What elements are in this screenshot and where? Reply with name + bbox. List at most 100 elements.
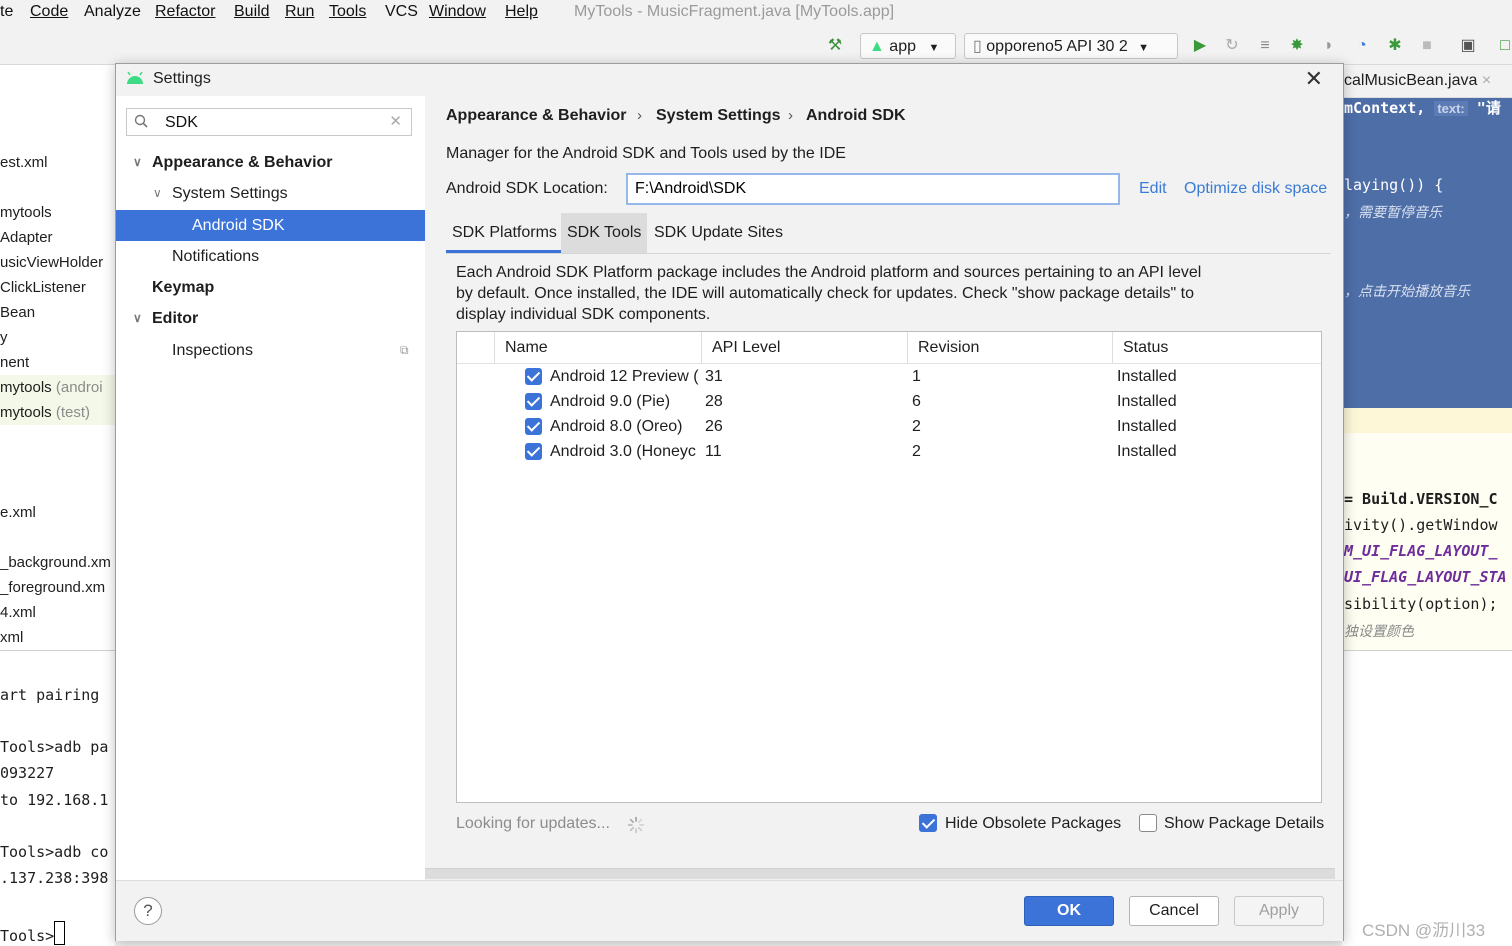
- tab-sdk-platforms[interactable]: SDK Platforms: [446, 213, 563, 253]
- search-input[interactable]: [163, 111, 367, 135]
- attach-debugger-icon[interactable]: ✱: [1386, 37, 1404, 55]
- cell-name: Android 9.0 (Pie): [550, 393, 671, 410]
- project-file[interactable]: Adapter: [0, 229, 53, 246]
- optimize-disk-space-link[interactable]: Optimize disk space: [1184, 180, 1327, 198]
- project-file[interactable]: ClickListener: [0, 279, 86, 296]
- menu-item-code[interactable]: Code: [30, 3, 68, 21]
- coverage-icon[interactable]: ◗: [1320, 37, 1338, 55]
- project-file[interactable]: _foreground.xm: [0, 579, 105, 596]
- avd-manager-icon[interactable]: □: [1496, 37, 1512, 55]
- apply-changes-icon[interactable]: ≡: [1256, 37, 1274, 55]
- project-file[interactable]: mytools: [0, 204, 52, 221]
- show-package-details-label[interactable]: Show Package Details: [1164, 815, 1324, 833]
- hide-obsolete-label[interactable]: Hide Obsolete Packages: [945, 815, 1121, 833]
- table-row[interactable]: Android 12 Preview ( 31 1 Installed: [457, 364, 1321, 389]
- terminal-line: Tools>: [0, 921, 66, 945]
- hide-obsolete-checkbox[interactable]: [919, 814, 937, 832]
- menu-item-help[interactable]: Help: [505, 3, 538, 21]
- row-checkbox[interactable]: [525, 393, 542, 410]
- column-header-revision[interactable]: Revision: [907, 332, 1112, 363]
- project-file[interactable]: est.xml: [0, 154, 48, 171]
- column-header-api-level[interactable]: API Level: [701, 332, 907, 363]
- debug-icon[interactable]: ✸: [1288, 37, 1306, 55]
- cell-status: Installed: [1117, 393, 1177, 410]
- project-file[interactable]: 4.xml: [0, 604, 36, 621]
- project-file[interactable]: _background.xm: [0, 554, 111, 571]
- run-icon[interactable]: ▶: [1191, 37, 1209, 55]
- build-hammer-icon[interactable]: ⚒: [826, 37, 844, 55]
- cell-api-level: 28: [705, 393, 723, 410]
- tree-item-system-settings[interactable]: ∨ System Settings: [116, 178, 425, 209]
- project-file[interactable]: y: [0, 329, 8, 346]
- row-checkbox[interactable]: [525, 368, 542, 385]
- menu-item-build[interactable]: Build: [234, 3, 270, 21]
- code-editor[interactable]: calMusicBean.java × mContext, text: "请 l…: [1342, 65, 1512, 650]
- tree-item-inspections[interactable]: Inspections ⧉: [116, 335, 425, 366]
- rerun-icon[interactable]: ↻: [1223, 37, 1241, 55]
- close-icon[interactable]: ×: [1482, 72, 1491, 89]
- table-row[interactable]: Android 9.0 (Pie) 28 6 Installed: [457, 389, 1321, 414]
- menu-item-analyze[interactable]: Analyze: [84, 3, 141, 21]
- code-line: ivity().getWindow: [1344, 516, 1498, 534]
- edit-link[interactable]: Edit: [1139, 180, 1167, 198]
- editor-tab[interactable]: calMusicBean.java ×: [1344, 72, 1491, 90]
- chevron-down-icon[interactable]: ∨: [133, 303, 145, 334]
- tab-sdk-tools[interactable]: SDK Tools: [561, 213, 648, 253]
- project-file[interactable]: mytools (test): [0, 404, 90, 421]
- table-row[interactable]: Android 3.0 (Honeyc 11 2 Installed: [457, 439, 1321, 464]
- project-file[interactable]: mytools (androi: [0, 379, 103, 396]
- tree-item-notifications[interactable]: Notifications: [116, 241, 425, 272]
- row-checkbox[interactable]: [525, 443, 542, 460]
- help-button[interactable]: ?: [134, 897, 162, 925]
- project-file[interactable]: e.xml: [0, 504, 36, 521]
- tree-item-label: Notifications: [172, 248, 260, 265]
- terminal-panel[interactable]: art pairing Tools>adb pa 093227 to 192.1…: [0, 650, 115, 946]
- row-checkbox[interactable]: [525, 418, 542, 435]
- tree-item-android-sdk[interactable]: Android SDK: [116, 210, 425, 241]
- settings-search[interactable]: ✕: [126, 108, 412, 136]
- table-row[interactable]: Android 8.0 (Oreo) 26 2 Installed: [457, 414, 1321, 439]
- cell-revision: 1: [912, 368, 921, 385]
- dialog-title: Settings: [153, 70, 211, 87]
- code-line: sibility(option);: [1344, 595, 1498, 613]
- column-header-status[interactable]: Status: [1112, 332, 1321, 363]
- sdk-location-input[interactable]: [626, 173, 1120, 205]
- menu-item-tools[interactable]: Tools: [329, 3, 366, 21]
- chevron-down-icon[interactable]: ∨: [133, 147, 145, 178]
- close-icon[interactable]: ✕: [1305, 66, 1323, 92]
- sdk-platforms-table[interactable]: Name API Level Revision Status Android 1…: [456, 331, 1322, 803]
- project-file[interactable]: nent: [0, 354, 29, 371]
- device-dropdown[interactable]: ▯ opporeno5 API 30 2 ▼: [964, 33, 1178, 59]
- column-header-name[interactable]: Name: [494, 332, 701, 363]
- tree-item-label: Editor: [152, 310, 199, 327]
- project-file[interactable]: xml: [0, 629, 23, 646]
- breadcrumb-separator: ›: [788, 107, 793, 124]
- ok-button[interactable]: OK: [1024, 896, 1114, 926]
- page-description: Manager for the Android SDK and Tools us…: [446, 145, 846, 162]
- tree-item-appearance-behavior[interactable]: ∨ Appearance & Behavior: [116, 147, 425, 178]
- project-structure-icon[interactable]: ▣: [1459, 37, 1477, 55]
- menu-item-run[interactable]: Run: [285, 3, 314, 21]
- cancel-button[interactable]: Cancel: [1129, 896, 1219, 926]
- menu-item-file[interactable]: te: [0, 3, 13, 21]
- cell-status: Installed: [1117, 443, 1177, 460]
- show-package-details-checkbox[interactable]: [1139, 814, 1157, 832]
- menu-item-vcs[interactable]: VCS: [385, 3, 418, 21]
- horizontal-scrollbar[interactable]: [425, 868, 1335, 879]
- profile-icon[interactable]: ◔: [1353, 37, 1371, 55]
- dialog-footer: ? OK Cancel Apply: [116, 880, 1343, 941]
- chevron-down-icon[interactable]: ∨: [153, 178, 165, 209]
- menu-item-refactor[interactable]: Refactor: [155, 3, 215, 21]
- code-line: UI_FLAG_LAYOUT_STA: [1344, 568, 1507, 586]
- tree-item-keymap[interactable]: Keymap: [116, 272, 425, 303]
- stop-icon[interactable]: ■: [1418, 37, 1436, 55]
- menu-item-window[interactable]: Window: [429, 3, 486, 21]
- project-file[interactable]: usicViewHolder: [0, 254, 103, 271]
- run-config-dropdown[interactable]: ▲ app ▼: [860, 33, 956, 59]
- apply-button[interactable]: Apply: [1234, 896, 1324, 926]
- tree-item-editor[interactable]: ∨ Editor: [116, 303, 425, 334]
- clear-icon[interactable]: ✕: [389, 112, 402, 130]
- tab-sdk-update-sites[interactable]: SDK Update Sites: [648, 213, 789, 253]
- settings-dialog: Settings ✕ ✕ ∨ Appearance & Behavior ∨ S…: [115, 63, 1344, 941]
- project-file[interactable]: Bean: [0, 304, 35, 321]
